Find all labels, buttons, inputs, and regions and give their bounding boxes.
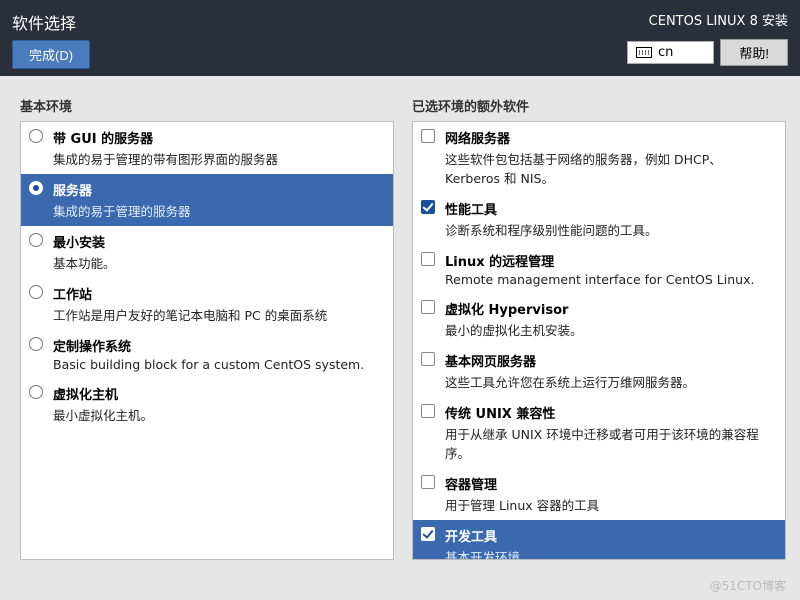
addon-name: 基本网页服务器: [445, 351, 695, 370]
addon-item[interactable]: 开发工具基本开发环境。: [413, 520, 785, 560]
checkbox-icon[interactable]: [421, 129, 437, 147]
addon-name: 容器管理: [445, 474, 599, 493]
addons-heading: 已选环境的额外软件: [412, 96, 786, 121]
addon-item[interactable]: 传统 UNIX 兼容性用于从继承 UNIX 环境中迁移或者可用于该环境的兼容程序…: [413, 397, 785, 468]
base-env-name: 定制操作系统: [53, 336, 364, 355]
checkbox-icon[interactable]: [421, 527, 437, 545]
checkbox-icon[interactable]: [421, 300, 437, 318]
header: 软件选择 完成(D) CENTOS LINUX 8 安装 cn 帮助!: [0, 0, 800, 76]
radio-icon[interactable]: [29, 233, 45, 251]
base-env-desc: 最小虚拟化主机。: [53, 405, 153, 424]
addon-name: Linux 的远程管理: [445, 251, 754, 270]
help-button[interactable]: 帮助!: [720, 39, 788, 66]
radio-icon[interactable]: [29, 129, 45, 147]
base-env-list[interactable]: 带 GUI 的服务器集成的易于管理的带有图形界面的服务器服务器集成的易于管理的服…: [20, 121, 394, 560]
header-left: 软件选择 完成(D): [12, 10, 90, 69]
addon-name: 传统 UNIX 兼容性: [445, 403, 775, 422]
base-env-name: 服务器: [53, 180, 191, 199]
base-env-name: 带 GUI 的服务器: [53, 128, 278, 147]
base-env-item[interactable]: 服务器集成的易于管理的服务器: [21, 174, 393, 226]
addon-name: 网络服务器: [445, 128, 775, 147]
base-env-item[interactable]: 定制操作系统 Basic building block for a custom …: [21, 330, 393, 378]
checkbox-icon[interactable]: [421, 475, 437, 493]
addon-name: 性能工具: [445, 199, 658, 218]
content: 基本环境 带 GUI 的服务器集成的易于管理的带有图形界面的服务器服务器集成的易…: [0, 76, 800, 600]
addon-desc: 最小的虚拟化主机安装。: [445, 320, 583, 339]
addon-name: 开发工具: [445, 526, 533, 545]
base-env-desc: 基本功能。: [53, 253, 116, 272]
base-env-desc: 工作站是用户友好的笔记本电脑和 PC 的桌面系统: [53, 305, 327, 324]
keyboard-layout-selector[interactable]: cn: [627, 41, 714, 64]
base-env-name: 虚拟化主机: [53, 384, 153, 403]
radio-icon[interactable]: [29, 385, 45, 403]
addon-desc: 诊断系统和程序级别性能问题的工具。: [445, 220, 658, 239]
checkbox-icon[interactable]: [421, 352, 437, 370]
addons-column: 已选环境的额外软件 网络服务器这些软件包包括基于网络的服务器，例如 DHCP、K…: [412, 96, 786, 600]
base-env-item[interactable]: 带 GUI 的服务器集成的易于管理的带有图形界面的服务器: [21, 122, 393, 174]
addon-name: 虚拟化 Hypervisor: [445, 299, 583, 318]
checkbox-icon[interactable]: [421, 252, 437, 270]
base-env-desc: Basic building block for a custom CentOS…: [53, 357, 364, 372]
base-env-item[interactable]: 虚拟化主机最小虚拟化主机。: [21, 378, 393, 430]
addon-item[interactable]: 基本网页服务器这些工具允许您在系统上运行万维网服务器。: [413, 345, 785, 397]
keyboard-layout-code: cn: [658, 45, 673, 60]
base-env-item[interactable]: 工作站工作站是用户友好的笔记本电脑和 PC 的桌面系统: [21, 278, 393, 330]
base-env-item[interactable]: 最小安装基本功能。: [21, 226, 393, 278]
header-right: CENTOS LINUX 8 安装 cn 帮助!: [627, 10, 788, 66]
addon-item[interactable]: Linux 的远程管理 Remote management interface f…: [413, 245, 785, 293]
base-env-column: 基本环境 带 GUI 的服务器集成的易于管理的带有图形界面的服务器服务器集成的易…: [20, 96, 394, 600]
done-button[interactable]: 完成(D): [12, 40, 90, 69]
addon-desc: 这些软件包包括基于网络的服务器，例如 DHCP、Kerberos 和 NIS。: [445, 149, 775, 187]
addon-item[interactable]: 性能工具诊断系统和程序级别性能问题的工具。: [413, 193, 785, 245]
header-controls: cn 帮助!: [627, 39, 788, 66]
base-env-desc: 集成的易于管理的带有图形界面的服务器: [53, 149, 278, 168]
addon-desc: 用于从继承 UNIX 环境中迁移或者可用于该环境的兼容程序。: [445, 424, 775, 462]
radio-icon[interactable]: [29, 181, 45, 199]
checkbox-icon[interactable]: [421, 200, 437, 218]
base-env-name: 最小安装: [53, 232, 116, 251]
addon-desc: 基本开发环境。: [445, 547, 533, 560]
keyboard-icon: [636, 47, 652, 58]
radio-icon[interactable]: [29, 285, 45, 303]
addon-desc: 用于管理 Linux 容器的工具: [445, 495, 599, 514]
addons-list[interactable]: 网络服务器这些软件包包括基于网络的服务器，例如 DHCP、Kerberos 和 …: [412, 121, 786, 560]
addon-item[interactable]: 网络服务器这些软件包包括基于网络的服务器，例如 DHCP、Kerberos 和 …: [413, 122, 785, 193]
addon-item[interactable]: 容器管理用于管理 Linux 容器的工具: [413, 468, 785, 520]
radio-icon[interactable]: [29, 337, 45, 355]
base-env-heading: 基本环境: [20, 96, 394, 121]
installer-title: CENTOS LINUX 8 安装: [649, 10, 788, 29]
addon-item[interactable]: 虚拟化 Hypervisor 最小的虚拟化主机安装。: [413, 293, 785, 345]
addon-desc: Remote management interface for CentOS L…: [445, 272, 754, 287]
checkbox-icon[interactable]: [421, 404, 437, 422]
base-env-desc: 集成的易于管理的服务器: [53, 201, 191, 220]
base-env-name: 工作站: [53, 284, 327, 303]
page-title: 软件选择: [12, 10, 90, 34]
watermark: @51CTO博客: [710, 577, 786, 594]
addon-desc: 这些工具允许您在系统上运行万维网服务器。: [445, 372, 695, 391]
